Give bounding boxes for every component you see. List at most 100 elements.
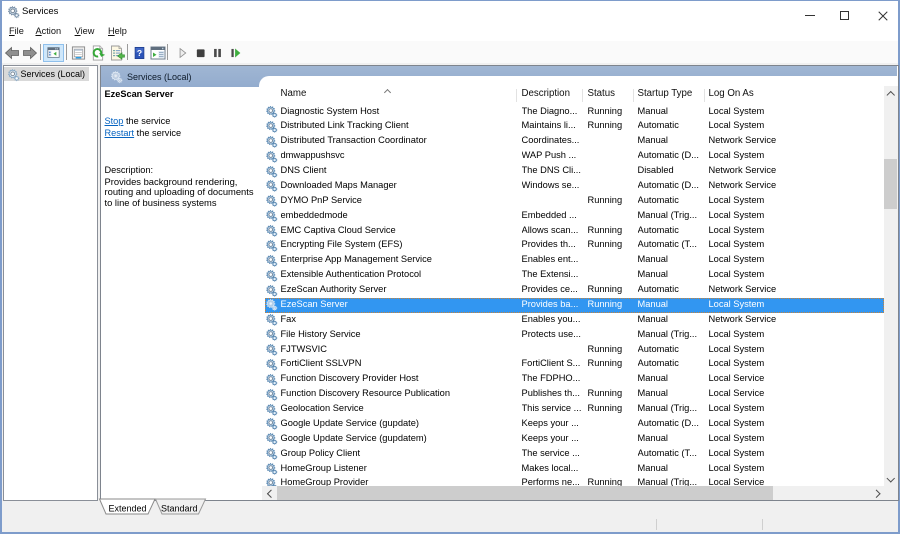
service-row-google-update-service-gupdate-[interactable]: Google Update Service (gupdate)Keeps you…: [265, 417, 884, 432]
export-list-button[interactable]: [109, 45, 125, 61]
menu-action[interactable]: Action: [36, 26, 62, 36]
service-row-google-update-service-gupdatem-[interactable]: Google Update Service (gupdatem)Keeps yo…: [265, 432, 884, 447]
cell-description: The Extensi...: [522, 268, 586, 283]
column-separator[interactable]: [633, 89, 634, 102]
service-row-function-discovery-provider-host[interactable]: Function Discovery Provider HostThe FDPH…: [265, 372, 884, 387]
maximize-icon: [840, 11, 849, 20]
service-row-dymo-pnp-service[interactable]: DYMO PnP ServiceRunningAutomaticLocal Sy…: [265, 194, 884, 209]
refresh-button[interactable]: [90, 45, 105, 61]
column-header-log-on-as[interactable]: Log On As: [709, 88, 754, 99]
column-separator[interactable]: [582, 89, 583, 102]
service-row-homegroup-provider[interactable]: HomeGroup ProviderPerforms ne...RunningM…: [265, 476, 884, 485]
cell-status: Running: [588, 298, 637, 313]
cell-description: Publishes th...: [522, 387, 586, 402]
service-row-distributed-transaction-coordinator[interactable]: Distributed Transaction CoordinatorCoord…: [265, 134, 884, 149]
service-row-fjtwsvic[interactable]: FJTWSVICRunningAutomaticLocal System: [265, 343, 884, 358]
help-button[interactable]: ?: [133, 45, 146, 61]
statusbar: [2, 517, 898, 531]
column-header-startup-type[interactable]: Startup Type: [638, 88, 693, 99]
stop-service-link[interactable]: Stop: [105, 116, 124, 126]
minimize-button[interactable]: [791, 1, 821, 24]
column-header-status[interactable]: Status: [588, 88, 615, 99]
description-text: Provides background rendering, routing a…: [105, 177, 273, 209]
service-gear-icon: [265, 298, 278, 312]
horizontal-scrollbar-thumb[interactable]: [277, 486, 773, 500]
services-list: Name Description Status Startup Type Log On …: [265, 86, 897, 500]
horizontal-scrollbar[interactable]: [262, 486, 884, 500]
service-row-ezescan-server[interactable]: EzeScan ServerProvides ba...RunningManua…: [265, 298, 884, 313]
cell-description: The Diagno...: [522, 105, 586, 120]
service-row-enterprise-app-management-service[interactable]: Enterprise App Management ServiceEnables…: [265, 253, 884, 268]
service-row-extensible-authentication-protocol[interactable]: Extensible Authentication ProtocolThe Ex…: [265, 268, 884, 283]
service-row-diagnostic-system-host[interactable]: Diagnostic System HostThe Diagno...Runni…: [265, 105, 884, 120]
vertical-scrollbar-thumb[interactable]: [884, 159, 897, 209]
service-row-distributed-link-tracking-client[interactable]: Distributed Link Tracking ClientMaintain…: [265, 119, 884, 134]
column-header-description[interactable]: Description: [522, 88, 570, 99]
scroll-up-icon[interactable]: [887, 90, 893, 96]
sort-ascending-icon: [385, 88, 391, 94]
show-hide-action-pane-button[interactable]: [150, 45, 166, 61]
restart-service-link[interactable]: Restart: [105, 128, 135, 138]
refresh-icon: [90, 45, 105, 61]
service-row-embeddedmode[interactable]: embeddedmodeEmbedded ...Manual (Trig...L…: [265, 209, 884, 224]
cell-description: Makes local...: [522, 462, 586, 477]
service-row-fax[interactable]: FaxEnables you...ManualNetwork Service: [265, 313, 884, 328]
service-row-file-history-service[interactable]: File History ServiceProtects use...Manua…: [265, 328, 884, 343]
properties-icon: [71, 45, 86, 61]
cell-name: embeddedmode: [281, 209, 515, 224]
cell-name: DYMO PnP Service: [281, 194, 515, 209]
service-row-dns-client[interactable]: DNS ClientThe DNS Cli...DisabledNetwork …: [265, 164, 884, 179]
service-row-ezescan-authority-server[interactable]: EzeScan Authority ServerProvides ce...Ru…: [265, 283, 884, 298]
service-row-geolocation-service[interactable]: Geolocation ServiceThis service ...Runni…: [265, 402, 884, 417]
service-row-downloaded-maps-manager[interactable]: Downloaded Maps ManagerWindows se...Auto…: [265, 179, 884, 194]
cell-name: Distributed Link Tracking Client: [281, 119, 515, 134]
tab-extended-label: Extended: [109, 504, 147, 514]
service-row-emc-captiva-cloud-service[interactable]: EMC Captiva Cloud ServiceAllows scan...R…: [265, 224, 884, 239]
pause-service-button[interactable]: [211, 45, 224, 61]
service-row-dmwappushsvc[interactable]: dmwappushsvcWAP Push ...Automatic (D...L…: [265, 149, 884, 164]
service-row-function-discovery-resource-publication[interactable]: Function Discovery Resource PublicationP…: [265, 387, 884, 402]
properties-button[interactable]: [71, 45, 86, 61]
cell-status: [588, 417, 637, 432]
service-row-forticlient-sslvpn[interactable]: FortiClient SSLVPNFortiClient S...Runnin…: [265, 357, 884, 372]
menu-help[interactable]: Help: [108, 26, 127, 36]
service-row-group-policy-client[interactable]: Group Policy ClientThe service ...Automa…: [265, 447, 884, 462]
tree-item-services-local[interactable]: Services (Local): [4, 67, 89, 81]
cell-log-on-as: Local Service: [709, 372, 829, 387]
vertical-scrollbar[interactable]: [884, 86, 898, 486]
cell-log-on-as: Network Service: [709, 313, 829, 328]
cell-name: EzeScan Authority Server: [281, 283, 515, 298]
cell-description: Performs ne...: [522, 476, 586, 485]
scroll-left-icon[interactable]: [266, 490, 272, 496]
help-icon: ?: [133, 45, 146, 61]
service-gear-icon: [265, 224, 278, 238]
cell-description: The FDPHO...: [522, 372, 586, 387]
restart-service-button[interactable]: [229, 45, 242, 61]
service-row-encrypting-file-system-efs-[interactable]: Encrypting File System (EFS)Provides th.…: [265, 238, 884, 253]
scroll-down-icon[interactable]: [887, 476, 893, 482]
back-button[interactable]: [4, 45, 20, 61]
show-hide-console-tree-button[interactable]: [43, 44, 64, 62]
scroll-right-icon[interactable]: [874, 490, 880, 496]
cell-name: Encrypting File System (EFS): [281, 238, 515, 253]
cell-description: Provides ba...: [522, 298, 586, 313]
column-header-name[interactable]: Name: [281, 88, 307, 99]
menu-view[interactable]: View: [75, 26, 95, 36]
restart-service-rest: the service: [134, 128, 181, 138]
minimize-icon: [805, 15, 815, 16]
service-row-homegroup-listener[interactable]: HomeGroup ListenerMakes local...ManualLo…: [265, 462, 884, 477]
menu-file[interactable]: File: [9, 26, 24, 36]
cell-startup-type: Manual (Trig...: [638, 209, 708, 224]
column-separator[interactable]: [516, 89, 517, 102]
forward-button[interactable]: [22, 45, 38, 61]
cell-status: [588, 134, 637, 149]
cell-log-on-as: Local System: [709, 432, 829, 447]
cell-status: [588, 268, 637, 283]
cell-status: [588, 179, 637, 194]
scrollbar-corner: [884, 486, 898, 500]
titlebar: Services: [2, 1, 898, 24]
stop-service-button[interactable]: [194, 45, 207, 61]
start-service-button[interactable]: [176, 45, 189, 61]
cell-status: Running: [588, 119, 637, 134]
column-separator[interactable]: [704, 89, 705, 102]
